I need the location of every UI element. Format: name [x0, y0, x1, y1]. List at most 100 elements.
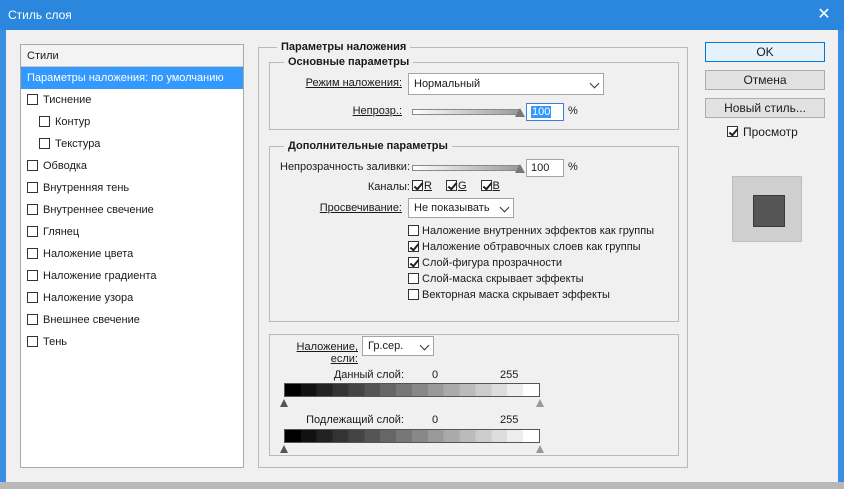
style-item-checkbox[interactable] [27, 335, 38, 347]
channel-checkbox-r[interactable]: R [412, 179, 432, 192]
style-item[interactable]: Текстура [21, 133, 243, 155]
opacity-slider[interactable] [412, 109, 520, 115]
style-item-label: Контур [55, 116, 91, 128]
advanced-option-label: Слой-маска скрывает эффекты [422, 273, 584, 285]
title-bar[interactable]: Стиль слоя ✕ [0, 0, 844, 30]
general-blending-group: Основные параметры Режим наложения: Норм… [269, 56, 679, 130]
blend-mode-value: Нормальный [414, 78, 481, 90]
chevron-down-icon [419, 340, 430, 351]
style-item-label: Наложение градиента [43, 270, 157, 282]
style-item-label: Глянец [43, 226, 80, 238]
style-item[interactable]: Параметры наложения: по умолчанию [21, 67, 243, 89]
preview-label: Просмотр [743, 125, 798, 139]
fill-opacity-slider-thumb[interactable] [515, 164, 525, 173]
opacity-label: Непрозр.: [352, 105, 402, 117]
style-item-label: Тиснение [43, 94, 92, 106]
close-icon[interactable]: ✕ [814, 5, 834, 25]
advanced-option-label: Векторная маска скрывает эффекты [422, 289, 610, 301]
style-preview [732, 176, 802, 242]
style-item-checkbox[interactable] [27, 225, 38, 237]
underlying-layer-gradient [284, 429, 540, 443]
checkbox-icon[interactable] [408, 256, 419, 268]
new-style-button[interactable]: Новый стиль... [705, 98, 825, 118]
advanced-options-list: Наложение внутренних эффектов как группы… [408, 223, 654, 303]
style-item-checkbox[interactable] [27, 313, 38, 325]
blending-options-title: Параметры наложения [277, 41, 411, 53]
styles-list-header[interactable]: Стили [21, 45, 243, 67]
blend-if-group: Наложение, если: Гр.сер. Данный слой: 0 … [269, 334, 679, 456]
this-layer-white-slider[interactable] [536, 399, 544, 407]
advanced-option[interactable]: Векторная маска скрывает эффекты [408, 287, 654, 303]
style-item-checkbox[interactable] [27, 159, 38, 171]
chevron-down-icon [499, 202, 510, 213]
style-item-label: Наложение узора [43, 292, 134, 304]
advanced-option[interactable]: Наложение внутренних эффектов как группы [408, 223, 654, 239]
style-item[interactable]: Наложение узора [21, 287, 243, 309]
checkbox-icon[interactable] [412, 179, 423, 191]
channels-label: Каналы: [367, 181, 410, 193]
opacity-slider-thumb[interactable] [515, 108, 525, 117]
style-item[interactable]: Наложение градиента [21, 265, 243, 287]
style-item-checkbox[interactable] [27, 203, 38, 215]
cancel-button[interactable]: Отмена [705, 70, 825, 90]
window-title: Стиль слоя [8, 8, 72, 22]
underlying-layer-black-slider[interactable] [280, 445, 288, 453]
checkbox-icon[interactable] [408, 224, 419, 236]
fill-opacity-percent: % [568, 161, 578, 173]
advanced-blending-title: Дополнительные параметры [284, 140, 452, 152]
style-item[interactable]: Обводка [21, 155, 243, 177]
style-item-checkbox[interactable] [27, 93, 38, 105]
underlying-layer-label: Подлежащий слой: [306, 414, 404, 426]
advanced-option[interactable]: Слой-маска скрывает эффекты [408, 271, 654, 287]
style-item[interactable]: Контур [21, 111, 243, 133]
blend-if-label: Наложение, если: [296, 341, 358, 365]
dialog-client-area: Стили Параметры наложения: по умолчанию Т… [6, 30, 838, 482]
blending-options-group: Параметры наложения Основные параметры Р… [258, 41, 688, 468]
channel-checkbox-g[interactable]: G [445, 179, 467, 192]
style-item[interactable]: Тень [21, 331, 243, 353]
style-item-label: Параметры наложения: по умолчанию [27, 72, 224, 84]
this-layer-min: 0 [432, 369, 439, 381]
style-item-label: Наложение цвета [43, 248, 134, 260]
style-item[interactable]: Внутреннее свечение [21, 199, 243, 221]
opacity-input[interactable]: 100 [526, 103, 564, 121]
checkbox-icon[interactable] [408, 272, 419, 284]
style-item[interactable]: Внешнее свечение [21, 309, 243, 331]
blend-mode-dropdown[interactable]: Нормальный [408, 73, 604, 95]
channels-row: RG B [412, 179, 514, 192]
fill-opacity-label: Непрозрачность заливки: [280, 161, 410, 173]
advanced-option-label: Наложение обтравочных слоев как группы [422, 241, 641, 253]
advanced-option[interactable]: Слой-фигура прозрачности [408, 255, 654, 271]
style-item[interactable]: Глянец [21, 221, 243, 243]
advanced-option-label: Наложение внутренних эффектов как группы [422, 225, 655, 237]
preview-checkbox[interactable]: Просмотр [727, 125, 798, 139]
this-layer-label: Данный слой: [333, 369, 404, 381]
checkbox-icon[interactable] [408, 240, 419, 252]
checkbox-icon[interactable] [445, 179, 457, 191]
style-item-checkbox[interactable] [39, 137, 50, 149]
blend-if-dropdown[interactable]: Гр.сер. [362, 336, 434, 356]
ok-button[interactable]: OK [705, 42, 825, 62]
underlying-layer-max: 255 [500, 414, 519, 426]
style-item[interactable]: Внутренняя тень [21, 177, 243, 199]
style-item-checkbox[interactable] [39, 115, 50, 127]
checkbox-icon[interactable] [480, 179, 492, 191]
knockout-dropdown[interactable]: Не показывать [408, 198, 514, 218]
this-layer-black-slider[interactable] [280, 399, 288, 407]
fill-opacity-slider[interactable] [412, 165, 520, 171]
channel-label: B [492, 180, 500, 192]
style-item-label: Внутреннее свечение [43, 204, 154, 216]
fill-opacity-input[interactable]: 100 [526, 159, 564, 177]
style-item[interactable]: Наложение цвета [21, 243, 243, 265]
style-item[interactable]: Тиснение [21, 89, 243, 111]
advanced-option[interactable]: Наложение обтравочных слоев как группы [408, 239, 654, 255]
style-item-checkbox[interactable] [27, 269, 38, 281]
style-item-checkbox[interactable] [27, 291, 38, 303]
underlying-layer-white-slider[interactable] [536, 445, 544, 453]
style-item-checkbox[interactable] [27, 247, 38, 259]
style-item-checkbox[interactable] [27, 181, 38, 193]
checkbox-icon[interactable] [727, 126, 738, 138]
checkbox-icon[interactable] [408, 288, 419, 300]
channel-checkbox-b[interactable]: B [480, 179, 500, 192]
styles-list: Стили Параметры наложения: по умолчанию Т… [20, 44, 244, 468]
